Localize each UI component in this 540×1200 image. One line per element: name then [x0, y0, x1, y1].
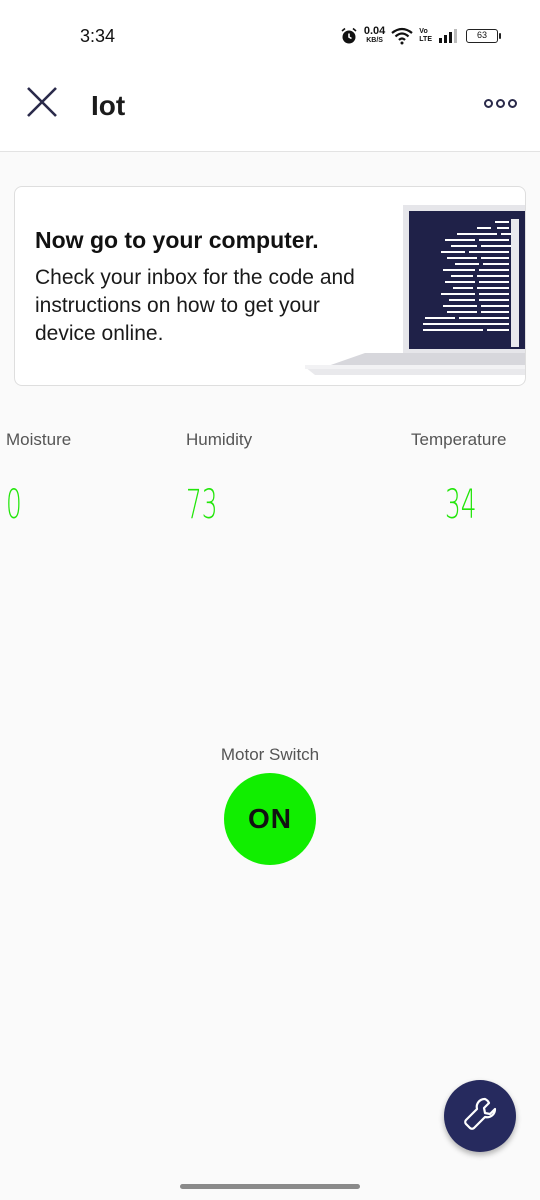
- signal-icon: [438, 28, 460, 44]
- status-time: 3:34: [80, 26, 116, 46]
- wrench-icon: [460, 1094, 500, 1139]
- sensor-value-humidity: 73: [186, 482, 218, 528]
- banner-title: Now go to your computer.: [35, 227, 319, 253]
- net-speed-unit: KB/S: [366, 37, 383, 44]
- net-speed-value: 0.04: [363, 25, 386, 37]
- setup-banner: Now go to your computer. Check your inbo…: [14, 186, 526, 386]
- status-icons: 0.04 KB/S Vo LTE 63: [340, 24, 501, 48]
- more-icon-dot: [507, 98, 517, 108]
- wifi-icon: [391, 27, 413, 45]
- volte-top: Vo: [419, 28, 428, 35]
- alarm-icon: [340, 27, 358, 45]
- page-title: Iot: [91, 90, 126, 121]
- motor-switch-button[interactable]: ON: [224, 773, 316, 865]
- sensor-label-humidity: Humidity: [186, 430, 253, 449]
- more-icon-dot: [495, 98, 505, 108]
- more-options-button[interactable]: [480, 90, 520, 116]
- motor-switch-label: Motor Switch: [220, 745, 320, 764]
- sensor-label-temperature: Temperature: [411, 430, 507, 449]
- sensor-label-moisture: Moisture: [6, 430, 72, 449]
- laptop-code-illustration: [305, 205, 525, 380]
- close-icon: [25, 85, 59, 124]
- net-speed: 0.04 KB/S: [363, 25, 386, 45]
- more-icon: [483, 98, 493, 108]
- home-indicator[interactable]: [180, 1184, 360, 1189]
- app-bar: Iot: [0, 72, 540, 152]
- status-bar: 3:34 0.04 KB/S Vo LTE 63: [0, 0, 540, 72]
- sensor-value-moisture: 0: [6, 482, 22, 528]
- sensor-value-temperature: 34: [445, 482, 477, 528]
- battery-icon: 63: [466, 29, 501, 43]
- close-button[interactable]: [22, 84, 62, 124]
- volte-indicator: Vo LTE: [419, 28, 432, 44]
- settings-fab-button[interactable]: [444, 1080, 516, 1152]
- volte-bottom: LTE: [419, 36, 432, 43]
